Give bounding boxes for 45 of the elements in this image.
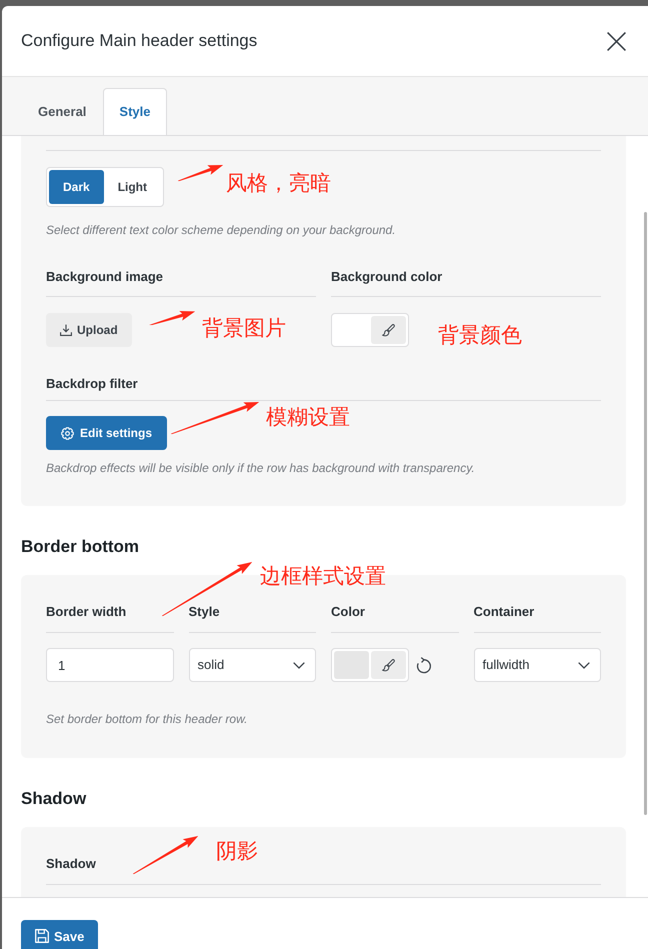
field-label: Container: [474, 602, 601, 633]
close-icon[interactable]: [607, 32, 626, 50]
annotation-label: 背景颜色: [438, 323, 522, 347]
scheme-option[interactable]: Dark: [49, 170, 104, 204]
field-label: Backdrop filter: [46, 374, 601, 401]
annotation-label: 背景图片: [202, 316, 286, 340]
color-picker-button[interactable]: [371, 316, 406, 344]
gear-icon: [61, 426, 74, 440]
reset-icon[interactable]: [416, 656, 432, 674]
section-heading: Border bottom: [21, 536, 140, 558]
save-button[interactable]: Save: [21, 920, 98, 949]
chevron-down-icon: [293, 662, 305, 668]
annotation-arrow: [132, 836, 198, 874]
brush-icon: [382, 658, 395, 672]
color-picker[interactable]: [331, 648, 409, 682]
select-dropdown[interactable]: fullwidth: [474, 648, 601, 682]
field-label: Color: [331, 602, 458, 633]
help-text: Select different text color scheme depending on your background.: [46, 222, 397, 239]
number-input[interactable]: 1: [46, 648, 174, 682]
color-picker[interactable]: [331, 313, 409, 347]
annotation-label: 边框样式设置: [260, 564, 386, 588]
section-heading: Shadow: [21, 788, 88, 810]
field-label: Border width: [46, 602, 174, 633]
scrollbar-thumb[interactable]: [644, 212, 647, 815]
help-text: Set border bottom for this header row.: [46, 711, 248, 728]
annotation-label: 风格，亮暗: [226, 171, 331, 195]
edit-settings-button[interactable]: Edit settings: [46, 416, 168, 450]
upload-button[interactable]: Upload: [46, 313, 132, 347]
field-label: Background image: [46, 267, 316, 297]
annotation-label: 模糊设置: [266, 405, 350, 429]
tab[interactable]: Style: [103, 88, 166, 135]
annotation-arrow: [148, 310, 195, 326]
scheme-option[interactable]: Light: [104, 170, 162, 204]
annotation-arrow: [178, 165, 223, 182]
save-icon: [35, 929, 49, 943]
tab[interactable]: General: [21, 88, 104, 135]
help-text: Backdrop effects will be visible only if the row has background with transparency.: [46, 460, 476, 477]
dialog-title: Configure Main header settings: [21, 30, 258, 52]
chevron-down-icon: [578, 662, 590, 668]
color-picker-button[interactable]: [371, 651, 406, 679]
field-label: Background color: [331, 267, 601, 297]
brush-icon: [382, 324, 395, 336]
download-icon: [60, 324, 72, 336]
field-label: Style: [188, 602, 316, 633]
select-dropdown[interactable]: solid: [188, 648, 316, 682]
